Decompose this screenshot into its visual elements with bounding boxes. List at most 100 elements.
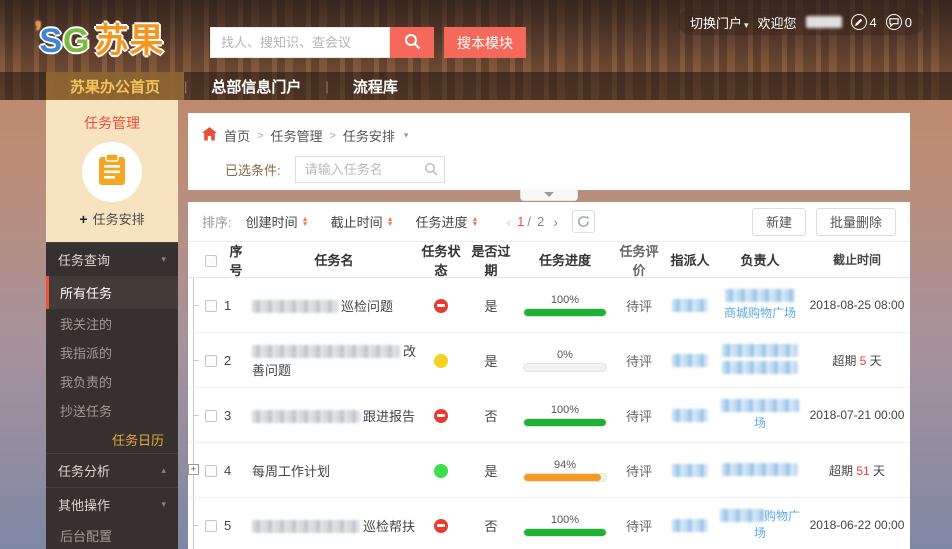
- new-button[interactable]: 新建: [752, 208, 806, 236]
- redacted-text: [722, 344, 798, 357]
- redacted-text: [720, 509, 764, 522]
- deadline: 2018-07-21 00:00: [804, 408, 910, 422]
- home-icon: [202, 127, 217, 144]
- sidebar-module-panel: 任务管理 +任务安排: [46, 100, 178, 242]
- expired-flag: 是: [466, 351, 516, 370]
- progress-fill: [524, 474, 601, 481]
- task-status: [416, 297, 466, 313]
- sidebar-item[interactable]: 我负责的: [46, 367, 178, 396]
- task-rating: 待评: [614, 461, 664, 480]
- redacted-text: [721, 399, 799, 412]
- redacted-text: [252, 300, 338, 313]
- row-checkbox[interactable]: [205, 300, 217, 312]
- sidebar-item[interactable]: 我指派的: [46, 338, 178, 367]
- sidebar-item[interactable]: 所有任务: [46, 276, 178, 309]
- edit-badge[interactable]: 4: [851, 14, 877, 30]
- refresh-button[interactable]: [572, 210, 595, 233]
- brand-name: 苏果: [94, 22, 164, 60]
- sort-option[interactable]: 截止时间▲▼: [331, 212, 394, 231]
- minus-icon: [437, 304, 445, 307]
- redacted-text: [725, 289, 795, 302]
- row-checkbox[interactable]: [205, 355, 217, 367]
- search-button[interactable]: [390, 27, 434, 58]
- current-page: 1: [517, 214, 524, 229]
- sidebar-item[interactable]: 后台配置: [46, 521, 178, 549]
- switch-portal-link[interactable]: 切换门户▾: [690, 13, 749, 32]
- tree-connector: [188, 333, 200, 387]
- nav-tab-3[interactable]: 流程库: [329, 72, 422, 100]
- task-name-input[interactable]: [295, 156, 445, 183]
- row-checkbox[interactable]: [205, 410, 217, 422]
- progress-label: 94%: [516, 459, 614, 471]
- table-row: 1巡检问题是100%待评商城购物广场2018-08-25 08:00: [188, 278, 910, 333]
- header-checkbox-cell: [200, 252, 222, 267]
- row-checkbox[interactable]: [205, 465, 217, 477]
- chevron-down-icon: ▾: [744, 20, 749, 30]
- module-avatar: [82, 142, 142, 202]
- sidebar-section[interactable]: 其他操作▾: [46, 487, 178, 521]
- sidebar-section[interactable]: 任务查询▾: [46, 242, 178, 276]
- sidebar-item[interactable]: 抄送任务: [46, 396, 178, 425]
- table-row: 2改善问题是0%待评超期 5 天: [188, 333, 910, 388]
- expired-flag: 否: [466, 406, 516, 425]
- sort-option[interactable]: 创建时间▲▼: [246, 212, 309, 231]
- task-name: 改善问题: [248, 341, 416, 379]
- assigner: [664, 408, 716, 423]
- task-name: 跟进报告: [248, 406, 416, 425]
- nav-tab-2[interactable]: 总部信息门户: [187, 72, 325, 100]
- progress-track: [523, 528, 607, 537]
- breadcrumb-item[interactable]: 任务管理: [270, 126, 322, 145]
- progress-fill: [524, 419, 606, 426]
- username-redacted: [806, 16, 842, 28]
- message-badge[interactable]: 0: [886, 14, 912, 30]
- collapse-panel-button[interactable]: [520, 189, 578, 201]
- select-all-checkbox[interactable]: [205, 255, 217, 267]
- batch-delete-button[interactable]: 批量删除: [816, 208, 896, 236]
- search-input[interactable]: [210, 27, 390, 58]
- task-rating: 待评: [614, 516, 664, 535]
- page-separator: /: [527, 214, 531, 229]
- overdue-suffix: 天: [866, 354, 881, 368]
- deadline: 超期 5 天: [804, 352, 910, 369]
- nav-tab-1[interactable]: 苏果办公首页: [46, 72, 184, 100]
- progress-track: [523, 363, 607, 372]
- redacted-text: [672, 519, 708, 532]
- row-checkbox[interactable]: [205, 520, 217, 532]
- checkbox-cell: [200, 298, 222, 313]
- assigner: [664, 463, 716, 478]
- owner-link[interactable]: 购物广: [764, 509, 800, 523]
- owner-link[interactable]: 场: [754, 526, 766, 540]
- deadline: 超期 51 天: [804, 462, 910, 479]
- breadcrumb-item[interactable]: 任务安排: [343, 126, 395, 145]
- sidebar-item[interactable]: 我关注的: [46, 309, 178, 338]
- sidebar-item-calendar[interactable]: 任务日历: [46, 425, 178, 453]
- owner-link[interactable]: 场: [754, 416, 766, 430]
- column-header: 负责人: [716, 250, 804, 269]
- row-index: 5: [222, 518, 248, 533]
- sidebar-section[interactable]: 任务分析▴: [46, 453, 178, 487]
- breadcrumb-item[interactable]: 首页: [224, 126, 250, 145]
- next-page-button[interactable]: ›: [553, 214, 558, 230]
- prev-page-button[interactable]: ‹: [506, 214, 511, 230]
- chevron-down-icon: ▾: [161, 254, 166, 265]
- sort-option[interactable]: 任务进度▲▼: [416, 212, 479, 231]
- row-index: 3: [222, 408, 248, 423]
- task-name-text: 跟进报告: [363, 409, 415, 424]
- sort-option-label: 截止时间: [331, 212, 383, 231]
- progress-label: 100%: [516, 404, 614, 416]
- checkbox-cell: [200, 463, 222, 478]
- owner-link[interactable]: 商城购物广场: [724, 306, 796, 320]
- owner: 场: [716, 398, 804, 432]
- expand-icon[interactable]: [188, 464, 199, 475]
- tree-branch: [193, 305, 199, 306]
- search-module-button[interactable]: 搜本模块: [444, 27, 526, 58]
- deadline-text: 2018-08-25 08:00: [810, 298, 905, 312]
- tree-connector: [188, 278, 200, 332]
- minus-icon: [437, 524, 445, 527]
- filter-row: 已选条件:: [188, 156, 910, 183]
- task-progress: 0%: [516, 349, 614, 372]
- column-header: 序号: [222, 242, 248, 279]
- new-task-button[interactable]: +任务安排: [46, 209, 178, 228]
- search-icon: [404, 33, 421, 53]
- progress-label: 100%: [516, 514, 614, 526]
